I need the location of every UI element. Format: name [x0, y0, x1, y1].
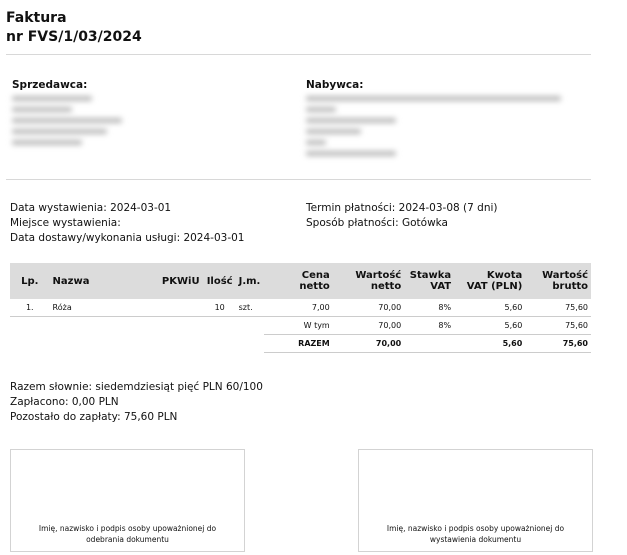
receiver-signature-box: Imię, nazwisko i podpis osoby upoważnion…	[10, 449, 245, 552]
breakdown-rate: 8%	[404, 316, 455, 335]
amount-paid: Zapłacono: 0,00 PLN	[10, 396, 119, 408]
total-net: 70,00	[332, 334, 405, 353]
col-unit: J.m.	[235, 263, 264, 299]
buyer-details-redacted	[306, 96, 566, 162]
issuer-signature-caption: Imię, nazwisko i podpis osoby upoważnion…	[386, 524, 565, 544]
cell-gross: 75,60	[525, 299, 591, 317]
cell-price: 7,00	[263, 299, 333, 317]
table-row: 1. Róża 10 szt. 7,00 70,00 8% 5,60 75,60	[10, 299, 591, 317]
cell-net: 70,00	[332, 299, 405, 317]
breakdown-net: 70,00	[332, 316, 405, 335]
col-net: Wartość netto	[332, 263, 405, 299]
cell-qty: 10	[203, 299, 236, 317]
payment-block: Termin płatności: 2024-03-08 (7 dni) Spo…	[306, 201, 497, 231]
payment-method: Sposób płatności: Gotówka	[306, 217, 448, 229]
buyer-label: Nabywca:	[306, 79, 364, 91]
seller-label: Sprzedawca:	[12, 79, 88, 91]
payment-term: Termin płatności: 2024-03-08 (7 dni)	[306, 202, 498, 214]
dates-block: Data wystawienia: 2024-03-01 Miejsce wys…	[10, 201, 244, 246]
seller-details-redacted	[12, 96, 132, 151]
cell-rate: 8%	[404, 299, 455, 317]
receiver-signature-caption: Imię, nazwisko i podpis osoby upoważnion…	[38, 524, 217, 544]
divider	[6, 54, 591, 55]
total-row: RAZEM 70,00 5,60 75,60	[10, 334, 591, 353]
amount-remaining: Pozostało do zapłaty: 75,60 PLN	[10, 411, 178, 423]
invoice-title: Faktura nr FVS/1/03/2024	[6, 9, 142, 47]
delivery-date: Data dostawy/wykonania usługi: 2024-03-0…	[10, 232, 245, 244]
breakdown-label: W tym	[263, 316, 333, 335]
total-label: RAZEM	[263, 334, 333, 353]
table-header: Lp. Nazwa PKWiU Ilość J.m. Cena netto War…	[10, 263, 591, 299]
col-name: Nazwa	[49, 263, 158, 299]
col-gross: Wartość brutto	[525, 263, 591, 299]
issue-place: Miejsce wystawienia:	[10, 217, 121, 229]
cell-lp: 1.	[10, 299, 50, 317]
col-vat: Kwota VAT (PLN)	[454, 263, 526, 299]
document-type: Faktura	[6, 10, 67, 26]
divider	[6, 179, 591, 180]
cell-pkwiu	[157, 299, 204, 317]
total-vat: 5,60	[454, 334, 526, 353]
cell-unit: szt.	[235, 299, 264, 317]
amount-in-words: Razem słownie: siedemdziesiąt pięć PLN 6…	[10, 381, 263, 393]
issue-date: Data wystawienia: 2024-03-01	[10, 202, 172, 214]
issuer-signature-box: Imię, nazwisko i podpis osoby upoważnion…	[358, 449, 593, 552]
col-rate: Stawka VAT	[404, 263, 455, 299]
vat-breakdown-row: W tym 70,00 8% 5,60 75,60	[10, 316, 591, 335]
items-table: Lp. Nazwa PKWiU Ilość J.m. Cena netto War…	[10, 263, 591, 353]
col-price: Cena netto	[263, 263, 333, 299]
breakdown-vat: 5,60	[454, 316, 526, 335]
total-gross: 75,60	[525, 334, 591, 353]
summary-block: Razem słownie: siedemdziesiąt pięć PLN 6…	[10, 380, 263, 425]
col-qty: Ilość	[203, 263, 236, 299]
invoice-number: nr FVS/1/03/2024	[6, 29, 142, 45]
col-pkwiu: PKWiU	[157, 263, 204, 299]
cell-name: Róża	[49, 299, 158, 317]
breakdown-gross: 75,60	[525, 316, 591, 335]
col-lp: Lp.	[10, 263, 50, 299]
cell-vat: 5,60	[454, 299, 526, 317]
